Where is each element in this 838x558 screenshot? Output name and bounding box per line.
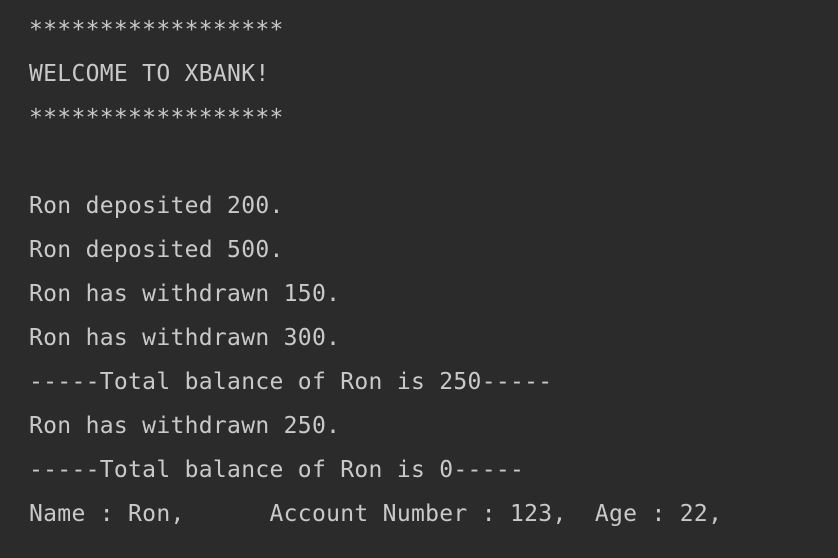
account-info-line: Name : Ron, Account Number : 123, Age : … bbox=[29, 501, 723, 527]
banner-bottom: ****************** bbox=[29, 105, 284, 131]
output-line: Ron deposited 200. bbox=[29, 193, 284, 219]
output-line: Ron has withdrawn 150. bbox=[29, 281, 341, 307]
output-line: Ron deposited 500. bbox=[29, 237, 284, 263]
console-output[interactable]: ****************** WELCOME TO XBANK! ***… bbox=[0, 0, 838, 558]
banner-top: ****************** bbox=[29, 17, 284, 43]
output-line: Ron has withdrawn 250. bbox=[29, 413, 341, 439]
balance-line: -----Total balance of Ron is 250----- bbox=[29, 369, 553, 395]
welcome-message: WELCOME TO XBANK! bbox=[29, 61, 270, 87]
balance-line: -----Total balance of Ron is 0----- bbox=[29, 457, 525, 483]
output-line: Ron has withdrawn 300. bbox=[29, 325, 341, 351]
